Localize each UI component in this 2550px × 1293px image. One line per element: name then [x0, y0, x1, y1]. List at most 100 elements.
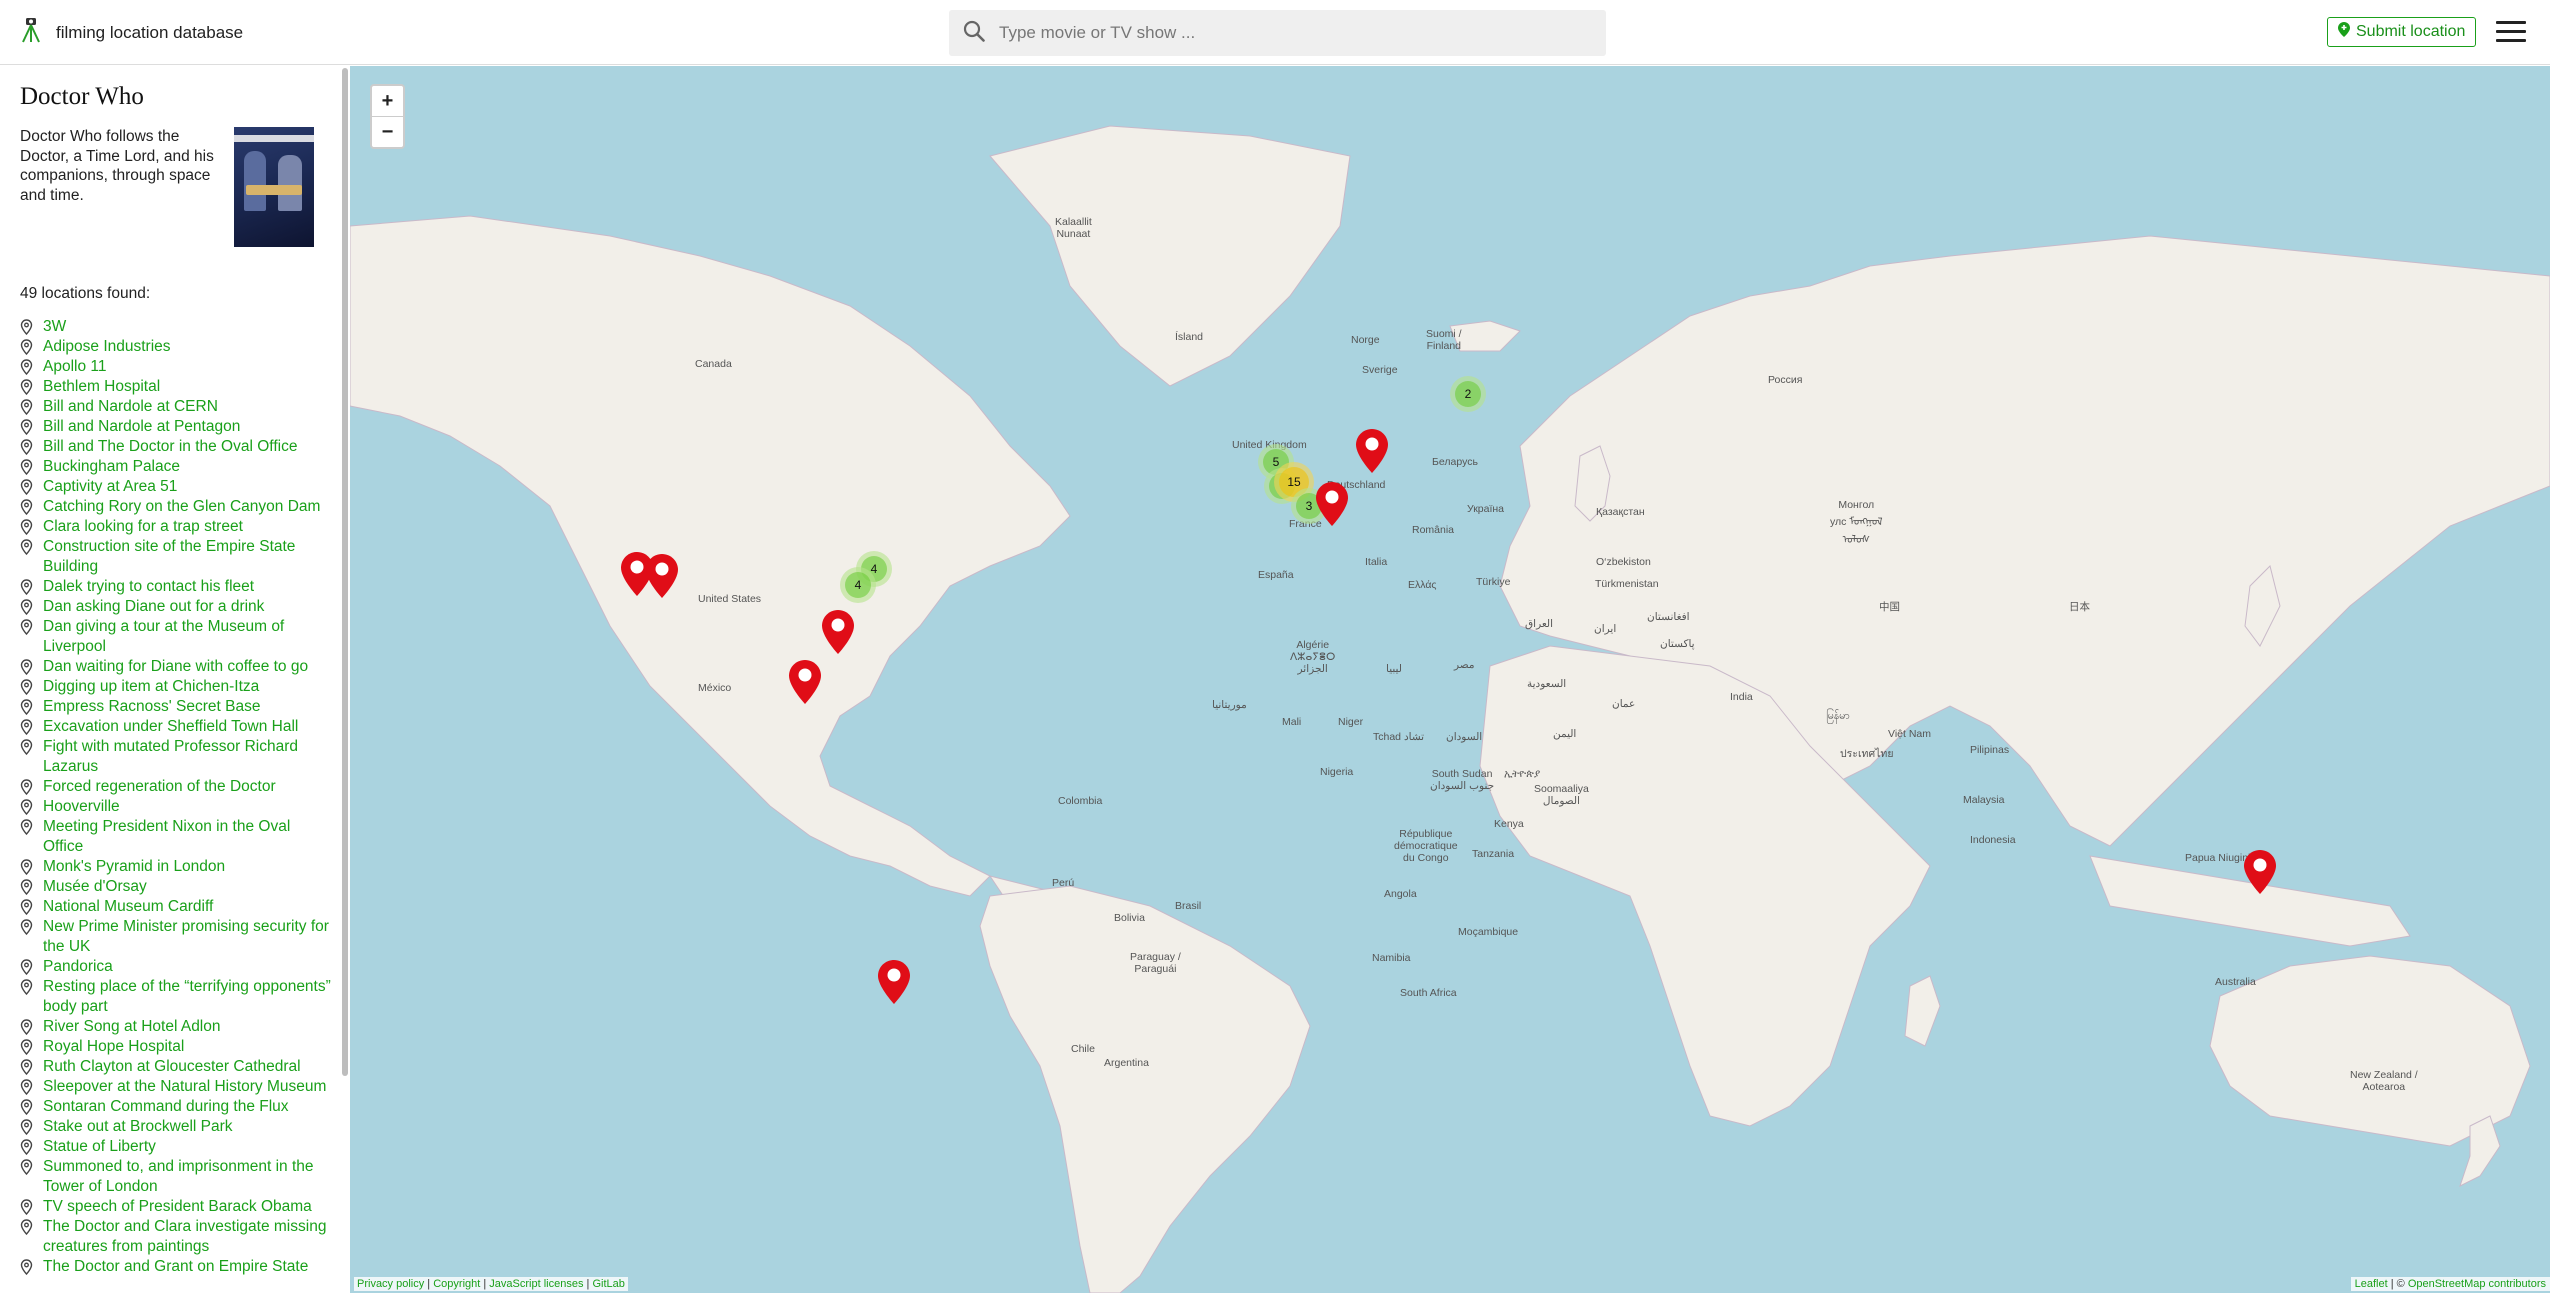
location-link[interactable]: Construction site of the Empire State Bu…	[43, 537, 333, 577]
location-link[interactable]: The Doctor and Clara investigate missing…	[43, 1217, 333, 1257]
menu-icon[interactable]	[2496, 21, 2526, 43]
location-link[interactable]: Digging up item at Chichen-Itza	[43, 677, 259, 697]
location-list-item: Adipose Industries	[20, 337, 343, 357]
label-mongol: Монгол улс ᠮᠣᠩᠭᠣᠯ ᠤᠯᠤᠰ	[1830, 499, 1883, 546]
label-indonesia: Indonesia	[1970, 834, 2016, 846]
location-link[interactable]: 3W	[43, 317, 66, 337]
map-marker[interactable]	[821, 609, 855, 660]
location-pin-icon	[20, 917, 35, 937]
map-marker[interactable]	[788, 659, 822, 710]
location-list-item: Sleepover at the Natural History Museum	[20, 1077, 343, 1097]
label-romania: România	[1412, 524, 1455, 536]
location-pin-icon	[20, 497, 35, 517]
label-united-states: United States	[698, 593, 762, 605]
location-link[interactable]: Stake out at Brockwell Park	[43, 1117, 233, 1137]
location-link[interactable]: Apollo 11	[43, 357, 106, 377]
location-link[interactable]: Forced regeneration of the Doctor	[43, 777, 276, 797]
location-list-item: Catching Rory on the Glen Canyon Dam	[20, 497, 343, 517]
location-list-item: Dan giving a tour at the Museum of Liver…	[20, 617, 343, 657]
location-link[interactable]: Adipose Industries	[43, 337, 171, 357]
location-link[interactable]: Royal Hope Hospital	[43, 1037, 184, 1057]
location-list-item: Meeting President Nixon in the Oval Offi…	[20, 817, 343, 857]
location-link[interactable]: Bethlem Hospital	[43, 377, 160, 397]
location-list-item: Royal Hope Hospital	[20, 1037, 343, 1057]
location-list-item: Bill and The Doctor in the Oval Office	[20, 437, 343, 457]
gitlab-link[interactable]: GitLab	[592, 1278, 624, 1290]
location-link[interactable]: National Museum Cardiff	[43, 897, 213, 917]
label-canada: Canada	[695, 358, 732, 370]
location-pin-icon	[20, 697, 35, 717]
label-saudi: السعودية	[1527, 678, 1567, 690]
search-box[interactable]	[949, 10, 1606, 56]
leaflet-link[interactable]: Leaflet	[2355, 1278, 2388, 1290]
label-iran: ایران	[1594, 623, 1617, 635]
location-link[interactable]: Summoned to, and imprisonment in the Tow…	[43, 1157, 333, 1197]
location-link[interactable]: Pandorica	[43, 957, 113, 977]
zoom-out-button[interactable]: −	[372, 116, 403, 147]
location-list-item: Bill and Nardole at Pentagon	[20, 417, 343, 437]
copyright-link[interactable]: Copyright	[433, 1278, 480, 1290]
location-link[interactable]: Excavation under Sheffield Town Hall	[43, 717, 298, 737]
label-bolivia: Bolivia	[1114, 912, 1145, 924]
location-list-item: Hooverville	[20, 797, 343, 817]
zoom-in-button[interactable]: +	[372, 86, 403, 116]
location-list-item: Apollo 11	[20, 357, 343, 377]
location-link[interactable]: Sleepover at the Natural History Museum	[43, 1077, 326, 1097]
location-link[interactable]: Resting place of the “terrifying opponen…	[43, 977, 333, 1017]
location-link[interactable]: Meeting President Nixon in the Oval Offi…	[43, 817, 333, 857]
location-link[interactable]: Buckingham Palace	[43, 457, 180, 477]
location-pin-icon	[20, 1217, 35, 1237]
label-myanmar: မြန်မာ	[1826, 710, 1850, 722]
location-pin-icon	[20, 897, 35, 917]
map-marker[interactable]	[2243, 849, 2277, 900]
label-sverige: Sverige	[1362, 364, 1398, 376]
location-link[interactable]: Dan waiting for Diane with coffee to go	[43, 657, 308, 677]
location-link[interactable]: Statue of Liberty	[43, 1137, 156, 1157]
world-map[interactable]: Kalaallit Nunaat Ísland Canada Norge Sver…	[350, 66, 2550, 1293]
location-link[interactable]: Dalek trying to contact his fleet	[43, 577, 254, 597]
label-mali: Mali	[1282, 716, 1302, 728]
location-link[interactable]: Fight with mutated Professor Richard Laz…	[43, 737, 333, 777]
search-input[interactable]	[997, 22, 1561, 44]
location-link[interactable]: Catching Rory on the Glen Canyon Dam	[43, 497, 320, 517]
location-link[interactable]: New Prime Minister promising security fo…	[43, 917, 333, 957]
location-link[interactable]: Bill and The Doctor in the Oval Office	[43, 437, 297, 457]
location-list-item: Captivity at Area 51	[20, 477, 343, 497]
map-marker[interactable]	[1315, 481, 1349, 532]
location-pin-icon	[20, 417, 35, 437]
javascript-licenses-link[interactable]: JavaScript licenses	[489, 1278, 583, 1290]
location-link[interactable]: River Song at Hotel Adlon	[43, 1017, 221, 1037]
location-link[interactable]: Captivity at Area 51	[43, 477, 177, 497]
location-link[interactable]: Clara looking for a trap street	[43, 517, 243, 537]
sidebar-scrollbar[interactable]	[342, 68, 348, 1076]
location-pin-icon	[20, 357, 35, 377]
location-link[interactable]: Dan giving a tour at the Museum of Liver…	[43, 617, 333, 657]
map-marker[interactable]	[1355, 428, 1389, 479]
brand[interactable]: filming location database	[18, 16, 243, 49]
map-marker[interactable]	[645, 553, 679, 604]
location-link[interactable]: Empress Racnoss' Secret Base	[43, 697, 260, 717]
openstreetmap-link[interactable]: OpenStreetMap contributors	[2408, 1278, 2546, 1290]
label-rossiya: Россия	[1768, 374, 1803, 386]
location-link[interactable]: TV speech of President Barack Obama	[43, 1197, 312, 1217]
map-cluster[interactable]: 4	[840, 567, 876, 603]
map-marker[interactable]	[877, 959, 911, 1010]
location-pin-icon	[20, 597, 35, 617]
location-link[interactable]: Sontaran Command during the Flux	[43, 1097, 289, 1117]
privacy-policy-link[interactable]: Privacy policy	[357, 1278, 424, 1290]
label-mexico: México	[698, 682, 732, 694]
location-link[interactable]: Hooverville	[43, 797, 120, 817]
label-turkmenistan: Türkmenistan	[1595, 578, 1659, 590]
location-link[interactable]: The Doctor and Grant on Empire State	[43, 1257, 308, 1277]
location-link[interactable]: Ruth Clayton at Gloucester Cathedral	[43, 1057, 301, 1077]
location-link[interactable]: Bill and Nardole at CERN	[43, 397, 218, 417]
location-pin-icon	[20, 877, 35, 897]
location-link[interactable]: Monk's Pyramid in London	[43, 857, 225, 877]
map-cluster[interactable]: 2	[1450, 376, 1486, 412]
location-link[interactable]: Dan asking Diane out for a drink	[43, 597, 264, 617]
submit-location-button[interactable]: Submit location	[2327, 17, 2477, 47]
label-peru: Perú	[1052, 877, 1075, 889]
label-newzealand: New Zealand / Aotearoa	[2350, 1069, 2418, 1093]
location-link[interactable]: Bill and Nardole at Pentagon	[43, 417, 240, 437]
location-link[interactable]: Musée d'Orsay	[43, 877, 147, 897]
